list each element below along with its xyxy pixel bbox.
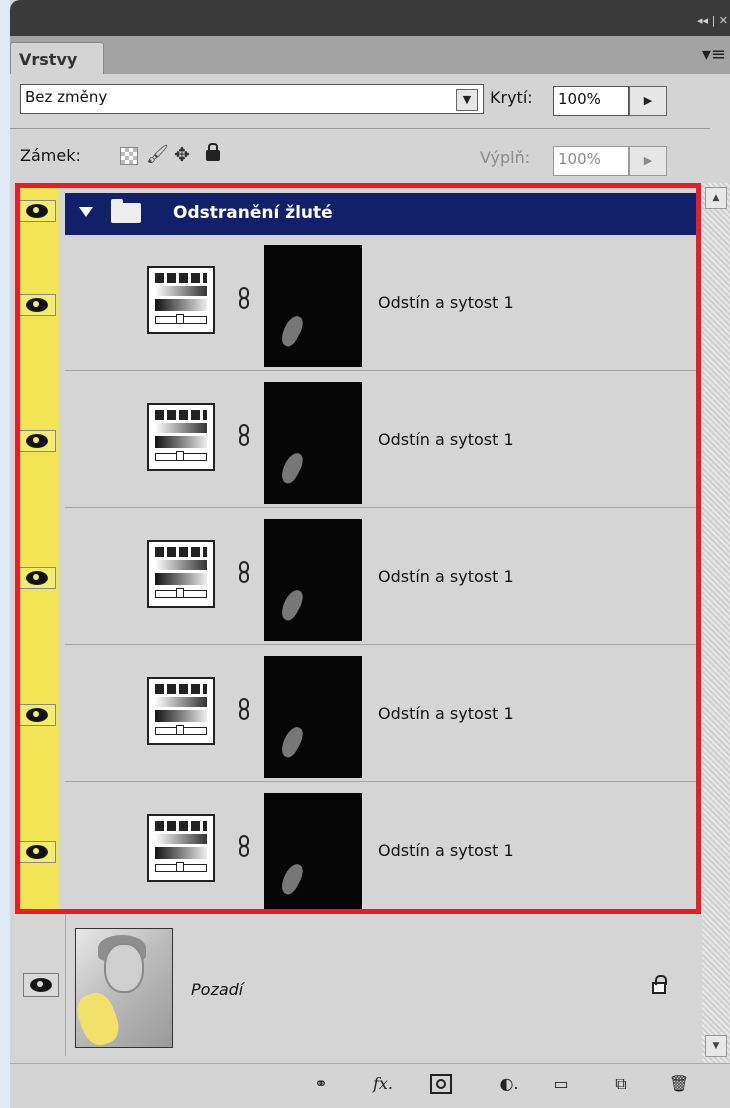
vertical-scrollbar[interactable]: ▲ ▼ <box>702 183 730 1063</box>
scroll-down-button[interactable]: ▼ <box>705 1035 727 1057</box>
expand-arrow-icon[interactable] <box>79 207 93 217</box>
lock-all-icon[interactable] <box>206 143 220 161</box>
visibility-column-highlight <box>15 183 59 911</box>
group-visibility-eye-icon[interactable] <box>18 200 56 222</box>
row-divider <box>65 507 697 508</box>
hue-saturation-icon <box>147 403 215 471</box>
chain-link-icon[interactable] <box>238 698 250 720</box>
layer-mask-thumbnail[interactable] <box>264 382 362 504</box>
fill-slider-button[interactable]: ▶ <box>629 146 667 176</box>
lock-image-pixels-icon[interactable]: 🖌 <box>146 144 169 165</box>
bottom-toolbar: ⚭ fx. ◐. ▭ ⧉ 🗑 <box>10 1063 730 1108</box>
tab-layers[interactable]: Vrstvy <box>10 42 104 74</box>
group-name: Odstranění žluté <box>173 203 333 223</box>
layer-mask-thumbnail[interactable] <box>264 245 362 367</box>
layer-group-row[interactable]: Odstranění žluté <box>65 193 697 235</box>
folder-icon[interactable]: ▭ <box>550 1074 572 1096</box>
lock-label: Zámek: <box>20 146 81 165</box>
layer-name: Odstín a sytost 1 <box>378 841 514 860</box>
chain-link-icon[interactable] <box>238 287 250 309</box>
adjustment-layer-row[interactable]: Odstín a sytost 1 <box>65 509 697 645</box>
layer-3-visibility-eye-icon[interactable] <box>18 567 56 589</box>
chevron-right-icon: ▶ <box>643 94 653 107</box>
layer-mask-thumbnail[interactable] <box>264 793 362 909</box>
column-divider <box>65 914 66 1056</box>
hue-saturation-icon <box>147 540 215 608</box>
layer-5-visibility-eye-icon[interactable] <box>18 841 56 863</box>
panel-menu-icon[interactable]: ▾≡ <box>702 44 726 65</box>
layer-name: Odstín a sytost 1 <box>378 567 514 586</box>
tab-row: Vrstvy ▾≡ <box>10 36 730 74</box>
panel-titlebar: ◂◂ | ✕ <box>10 0 730 36</box>
opacity-value: 100% <box>558 90 601 108</box>
background-layer-row[interactable]: Pozadí <box>15 914 702 1056</box>
hue-saturation-icon <box>147 814 215 882</box>
background-layer-name: Pozadí <box>191 980 244 999</box>
blend-mode-select[interactable]: Bez změny <box>20 84 484 114</box>
chain-link-icon[interactable] <box>238 561 250 583</box>
background-visibility-eye-icon[interactable] <box>23 973 59 997</box>
opacity-input[interactable]: 100% <box>553 86 629 116</box>
chain-link-icon[interactable] <box>238 835 250 857</box>
hue-saturation-icon <box>147 266 215 334</box>
fill-input[interactable]: 100% <box>553 146 629 176</box>
layer-mask-thumbnail[interactable] <box>264 519 362 641</box>
opacity-slider-button[interactable]: ▶ <box>629 86 667 116</box>
chain-link-icon[interactable] <box>238 424 250 446</box>
lock-transparent-pixels-icon[interactable] <box>120 147 138 165</box>
new-layer-icon[interactable]: ⧉ <box>610 1074 632 1096</box>
mask-icon[interactable] <box>430 1074 452 1094</box>
lock-position-icon[interactable]: ✥ <box>174 144 190 166</box>
layers-panel: ◂◂ | ✕ Vrstvy ▾≡ Bez změny ▼ Krytí: 100%… <box>10 0 730 1108</box>
layer-2-visibility-eye-icon[interactable] <box>18 430 56 452</box>
link-icon[interactable]: ⚭ <box>306 1074 336 1096</box>
background-thumbnail <box>75 928 173 1048</box>
row-divider <box>65 781 697 782</box>
adjustment-layer-row[interactable]: Odstín a sytost 1 <box>65 235 697 371</box>
collapse-close-controls[interactable]: ◂◂ | ✕ <box>697 14 728 27</box>
fill-value: 100% <box>558 150 601 168</box>
layer-name: Odstín a sytost 1 <box>378 704 514 723</box>
chevron-down-icon: ▼ <box>462 93 472 106</box>
layer-name: Odstín a sytost 1 <box>378 293 514 312</box>
opacity-label: Krytí: <box>490 88 533 107</box>
folder-icon <box>111 199 141 223</box>
layer-1-visibility-eye-icon[interactable] <box>18 294 56 316</box>
row-divider <box>65 644 697 645</box>
adjustment-icon[interactable]: ◐. <box>494 1074 524 1096</box>
row-divider <box>65 370 697 371</box>
trash-icon[interactable]: 🗑 <box>668 1074 690 1096</box>
blend-mode-value: Bez změny <box>25 88 108 106</box>
layer-4-visibility-eye-icon[interactable] <box>18 704 56 726</box>
fx-icon[interactable]: fx. <box>366 1074 400 1096</box>
adjustment-layer-row[interactable]: Odstín a sytost 1 <box>65 646 697 782</box>
divider <box>10 128 710 129</box>
blend-mode-dropdown-button[interactable]: ▼ <box>456 89 478 111</box>
layer-name: Odstín a sytost 1 <box>378 430 514 449</box>
chevron-right-icon: ▶ <box>643 154 653 167</box>
hue-saturation-icon <box>147 677 215 745</box>
fill-label: Výplň: <box>480 148 531 167</box>
adjustment-layer-row[interactable]: Odstín a sytost 1 <box>65 783 697 909</box>
scroll-up-button[interactable]: ▲ <box>705 187 727 209</box>
lock-icon <box>652 975 667 994</box>
layer-mask-thumbnail[interactable] <box>264 656 362 778</box>
adjustment-layer-row[interactable]: Odstín a sytost 1 <box>65 372 697 508</box>
